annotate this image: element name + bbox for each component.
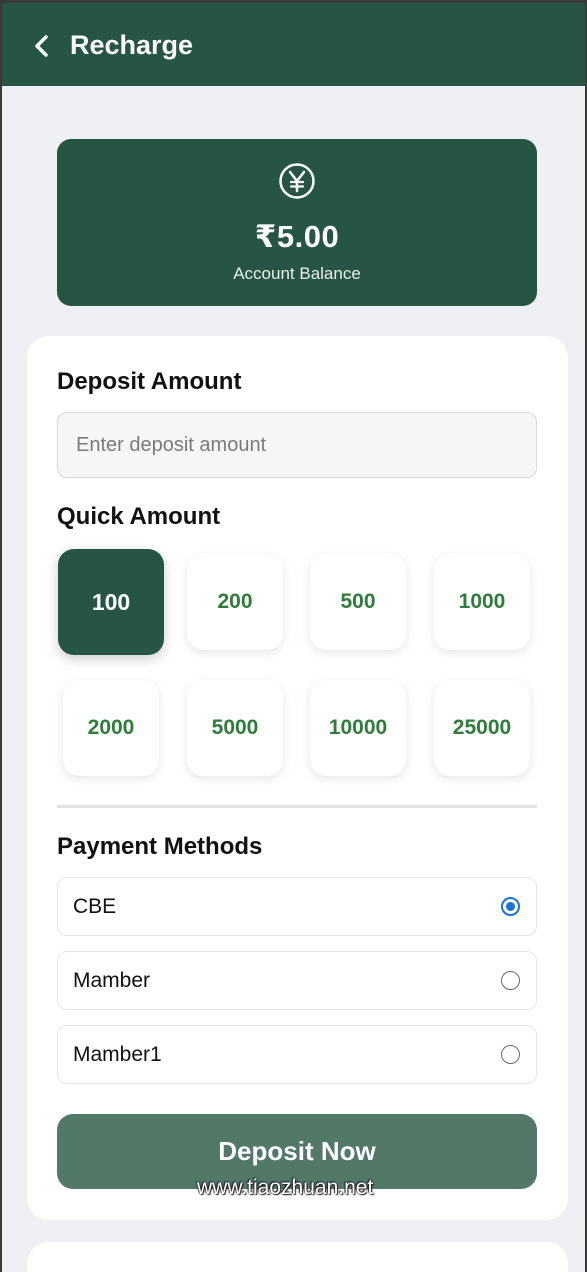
quick-amount-5000[interactable]: 5000 — [187, 680, 283, 776]
deposit-amount-title: Deposit Amount — [57, 368, 242, 395]
payment-method-label: Mamber — [73, 969, 151, 992]
app-bar: Recharge — [2, 0, 585, 86]
balance-card: ₹5.00 Account Balance — [57, 139, 537, 306]
radio-button-checked[interactable] — [501, 897, 520, 916]
divider — [57, 805, 537, 808]
quick-amount-200[interactable]: 200 — [187, 554, 283, 650]
radio-button[interactable] — [501, 971, 520, 990]
quick-amount-1000[interactable]: 1000 — [434, 554, 530, 650]
deposit-amount-input[interactable] — [57, 412, 537, 478]
recharge-form-card: Deposit Amount Quick Amount 100 200 500 … — [27, 336, 568, 1220]
payment-method-cbe[interactable]: CBE — [57, 877, 537, 936]
yen-circle-icon — [279, 163, 315, 199]
balance-amount: ₹5.00 — [254, 219, 340, 254]
watermark: www.tiaozhuan.net — [197, 1176, 374, 1199]
payment-method-mamber[interactable]: Mamber — [57, 951, 537, 1010]
quick-amount-2000[interactable]: 2000 — [63, 680, 159, 776]
next-card — [27, 1242, 568, 1272]
quick-amount-title: Quick Amount — [57, 503, 221, 530]
page-title: Recharge — [70, 30, 194, 60]
quick-amount-10000[interactable]: 10000 — [310, 680, 406, 776]
payment-method-label: Mamber1 — [73, 1043, 162, 1066]
balance-label: Account Balance — [233, 264, 361, 283]
payment-method-label: CBE — [73, 895, 117, 918]
quick-amount-25000[interactable]: 25000 — [434, 680, 530, 776]
quick-amount-500[interactable]: 500 — [310, 554, 406, 650]
payment-method-mamber1[interactable]: Mamber1 — [57, 1025, 537, 1084]
chevron-left-icon[interactable] — [26, 29, 60, 63]
quick-amount-100[interactable]: 100 — [58, 549, 164, 655]
radio-button[interactable] — [501, 1045, 520, 1064]
payment-methods-title: Payment Methods — [57, 833, 263, 860]
back-button[interactable] — [26, 29, 60, 63]
